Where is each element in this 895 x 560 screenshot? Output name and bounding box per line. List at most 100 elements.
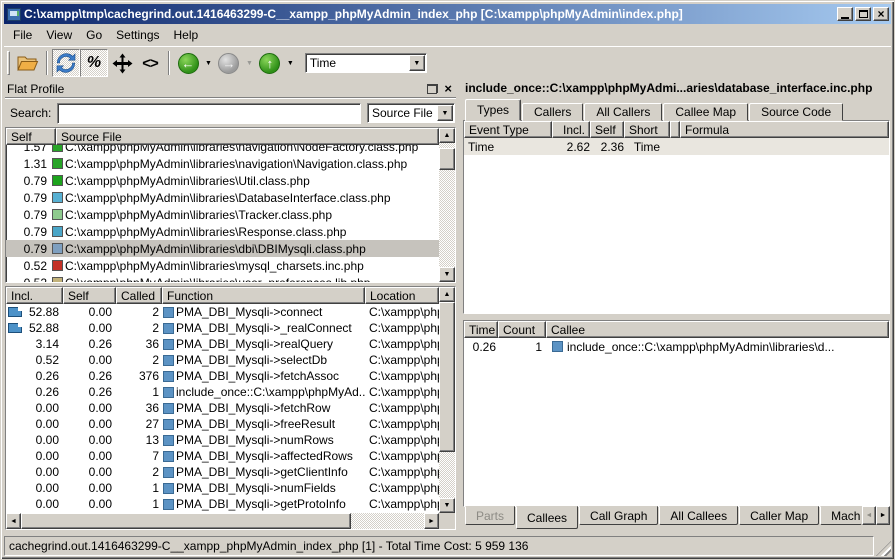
column-header-self[interactable]: Self [590, 121, 624, 138]
function-row[interactable]: 0.520.002PMA_DBI_Mysqli->selectDbC:\xamp… [6, 352, 439, 368]
column-header-formula[interactable]: Formula [680, 121, 889, 138]
scroll-right-icon[interactable]: ► [424, 513, 439, 529]
dock-float-icon[interactable] [427, 84, 438, 94]
column-header-callee[interactable]: Callee [546, 321, 889, 338]
menu-go[interactable]: Go [79, 25, 109, 45]
tab-scroll-right-icon[interactable]: ► [876, 506, 890, 525]
file-row[interactable]: 0.52C:\xampp\phpMyAdmin\libraries\mysql_… [6, 257, 439, 274]
search-input[interactable] [57, 103, 361, 124]
tab-scroll-left-icon[interactable]: ◄ [862, 506, 876, 525]
function-row[interactable]: 0.000.001PMA_DBI_Mysqli->getProtoInfoC:\… [6, 496, 439, 512]
tab-callers[interactable]: Callers [522, 103, 583, 121]
up-dropdown-icon[interactable]: ▼ [284, 60, 297, 67]
back-button[interactable]: ← [174, 49, 202, 77]
open-file-button[interactable] [13, 49, 42, 77]
file-row[interactable]: 0.79C:\xampp\phpMyAdmin\libraries\Tracke… [6, 206, 439, 223]
scrollbar-track[interactable] [351, 513, 424, 529]
scrollbar-thumb[interactable] [439, 302, 455, 452]
back-dropdown-icon[interactable]: ▼ [202, 60, 215, 67]
function-row[interactable]: 0.000.0036PMA_DBI_Mysqli->fetchRowC:\xam… [6, 400, 439, 416]
maximize-button[interactable] [855, 7, 871, 21]
scrollbar-track[interactable] [439, 452, 455, 498]
function-row[interactable]: 0.000.001PMA_DBI_Mysqli->numFieldsC:\xam… [6, 480, 439, 496]
menu-help[interactable]: Help [167, 25, 206, 45]
function-row[interactable]: 0.260.261include_once::C:\xampp\phpMyAd.… [6, 384, 439, 400]
cycle-event-button[interactable] [52, 49, 80, 77]
file-type-icon [52, 158, 63, 169]
menu-settings[interactable]: Settings [109, 25, 166, 45]
tab-source-code[interactable]: Source Code [749, 103, 843, 121]
file-path: C:\xampp\phpMyAdmin\libraries\DatabaseIn… [65, 191, 391, 205]
event-type-row[interactable]: Time2.622.36Time [464, 138, 889, 155]
column-header-event-type[interactable]: Event Type [464, 121, 552, 138]
file-row[interactable]: 1.31C:\xampp\phpMyAdmin\libraries\naviga… [6, 155, 439, 172]
menu-view[interactable]: View [39, 25, 79, 45]
percent-toggle-button[interactable]: % [80, 49, 108, 77]
column-header-function[interactable]: Function [162, 287, 365, 304]
function-row[interactable]: 0.000.0013PMA_DBI_Mysqli->numRowsC:\xamp… [6, 432, 439, 448]
file-row[interactable]: 0.79C:\xampp\phpMyAdmin\libraries\Respon… [6, 223, 439, 240]
minimize-button[interactable] [837, 7, 853, 21]
dock-close-icon[interactable]: × [444, 84, 452, 94]
column-header-incl[interactable]: Incl. [552, 121, 590, 138]
callee-row[interactable]: 0.261include_once::C:\xampp\phpMyAdmin\l… [464, 338, 889, 355]
menu-file[interactable]: File [6, 25, 39, 45]
close-button[interactable]: × [873, 7, 889, 21]
grouping-combo[interactable]: Source File ▼ [367, 103, 455, 123]
scroll-up-icon[interactable]: ▲ [439, 128, 455, 143]
toolbar-drag-handle[interactable] [7, 51, 10, 75]
scrollbar-thumb[interactable] [439, 148, 455, 170]
function-row[interactable]: 0.260.26376PMA_DBI_Mysqli->fetchAssocC:\… [6, 368, 439, 384]
file-row[interactable]: 0.79C:\xampp\phpMyAdmin\libraries\Util.c… [6, 172, 439, 189]
column-header-count[interactable]: Count [498, 321, 546, 338]
tab-machine[interactable]: Machine [820, 506, 862, 525]
location-cell: C:\xampp\phpMy [365, 305, 439, 319]
tab-all-callers[interactable]: All Callers [584, 103, 662, 121]
title-bar[interactable]: C:\xampp\tmp\cachegrind.out.1416463299-C… [4, 4, 891, 24]
scrollbar-track[interactable] [439, 170, 455, 267]
file-list-scrollbar[interactable]: ▲ ▼ [439, 128, 455, 282]
column-header-incl[interactable]: Incl. [6, 287, 63, 304]
function-row[interactable]: 52.880.002PMA_DBI_Mysqli->_realConnectC:… [6, 320, 439, 336]
tab-types[interactable]: Types [465, 99, 521, 121]
cross-arrows-button[interactable] [108, 49, 136, 77]
function-list-hscrollbar[interactable]: ◄ ► [6, 513, 439, 529]
scroll-down-icon[interactable]: ▼ [439, 498, 455, 513]
tab-callee-map[interactable]: Callee Map [663, 103, 748, 121]
file-row[interactable]: 0.79C:\xampp\phpMyAdmin\libraries\Databa… [6, 189, 439, 206]
up-button[interactable]: ↑ [256, 49, 284, 77]
file-row[interactable]: 1.57C:\xampp\phpMyAdmin\libraries\naviga… [6, 145, 439, 155]
dock-titlebar[interactable]: Flat Profile × [5, 80, 456, 98]
column-header-short[interactable]: Short [624, 121, 670, 138]
forward-button[interactable]: → [215, 49, 243, 77]
angle-brackets-button[interactable]: <> [136, 49, 164, 77]
column-header-blank[interactable] [670, 121, 680, 138]
combo-dropdown-icon[interactable]: ▼ [437, 105, 453, 121]
file-row[interactable]: 0.52C:\xampp\phpMyAdmin\libraries\user_p… [6, 274, 439, 282]
combo-dropdown-icon[interactable]: ▼ [409, 55, 425, 71]
function-row[interactable]: 0.000.007PMA_DBI_Mysqli->affectedRowsC:\… [6, 448, 439, 464]
column-header-time[interactable]: Time [464, 321, 498, 338]
column-header-called[interactable]: Called [116, 287, 162, 304]
file-row[interactable]: 0.79C:\xampp\phpMyAdmin\libraries\dbi\DB… [6, 240, 439, 257]
function-row[interactable]: 0.000.0027PMA_DBI_Mysqli->freeResultC:\x… [6, 416, 439, 432]
function-row[interactable]: 3.140.2636PMA_DBI_Mysqli->realQueryC:\xa… [6, 336, 439, 352]
column-header-self[interactable]: Self [6, 128, 56, 145]
column-header-location[interactable]: Location [365, 287, 439, 304]
column-header-source-file[interactable]: Source File [56, 128, 439, 145]
function-row[interactable]: 0.000.002PMA_DBI_Mysqli->getClientInfoC:… [6, 464, 439, 480]
scroll-left-icon[interactable]: ◄ [6, 513, 21, 529]
tab-call-graph[interactable]: Call Graph [579, 506, 658, 525]
function-row[interactable]: 52.880.002PMA_DBI_Mysqli->connectC:\xamp… [6, 304, 439, 320]
tab-all-callees[interactable]: All Callees [659, 506, 738, 525]
column-header-self[interactable]: Self [63, 287, 116, 304]
panel-splitter[interactable] [456, 79, 463, 532]
tab-callees[interactable]: Callees [516, 506, 578, 529]
scrollbar-thumb[interactable] [21, 513, 351, 529]
scroll-down-icon[interactable]: ▼ [439, 267, 455, 282]
tab-caller-map[interactable]: Caller Map [739, 506, 819, 525]
function-list-scrollbar[interactable]: ▲ ▼ [439, 287, 455, 513]
resize-grip[interactable] [876, 541, 891, 556]
scroll-up-icon[interactable]: ▲ [439, 287, 455, 302]
event-type-combo[interactable]: Time ▼ [305, 53, 427, 73]
